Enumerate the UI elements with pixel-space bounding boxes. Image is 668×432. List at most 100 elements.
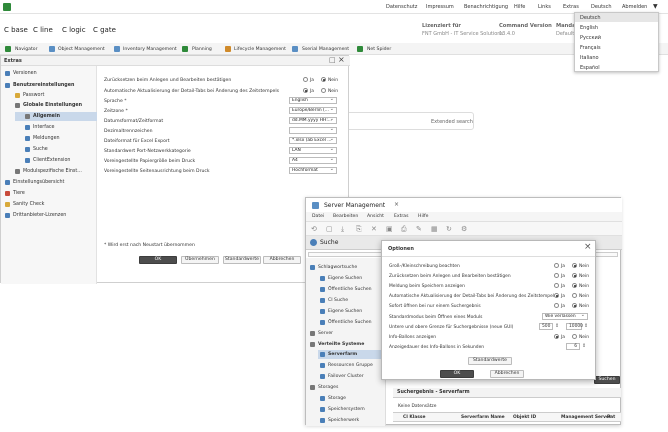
cancel-button[interactable]: Abbrechen — [263, 256, 301, 264]
case-sensitive-yes-radio[interactable] — [554, 263, 559, 268]
options-close-icon[interactable]: × — [584, 242, 592, 252]
settings-toolbar-icon[interactable]: ⚙ — [461, 225, 467, 233]
nav-navigator[interactable]: Navigator — [15, 47, 37, 52]
sidebar-eigene-suchen-1[interactable]: Eigene Suchen — [328, 276, 362, 281]
sidebar-serverfarm[interactable]: Serverfarm — [328, 352, 357, 357]
nav-serial-management[interactable]: Sserial Management — [302, 47, 349, 52]
save-msg-no-radio[interactable] — [572, 283, 577, 288]
product-c-base[interactable]: C base — [4, 26, 28, 34]
print-icon[interactable]: ⎙ — [401, 225, 407, 234]
open-single-yes-radio[interactable] — [554, 303, 559, 308]
ok-button[interactable]: OK — [139, 256, 177, 264]
language-select[interactable]: English — [289, 97, 337, 104]
balloon-yes-radio[interactable] — [554, 334, 559, 339]
link-extras[interactable]: Extras — [563, 4, 579, 10]
options-ok-button[interactable]: OK — [440, 370, 474, 378]
tree-item-tiere[interactable]: Tiere — [13, 191, 25, 196]
language-option-french[interactable]: Français — [580, 45, 601, 51]
link-links[interactable]: Links — [538, 4, 551, 10]
reset-no-radio[interactable] — [572, 273, 577, 278]
defaults-button[interactable]: Standardwerte — [223, 256, 261, 264]
copy-icon[interactable]: ⎘ — [356, 225, 362, 234]
extended-search-box[interactable]: Extended search — [340, 112, 474, 130]
new-icon[interactable]: ▢ — [326, 225, 333, 233]
tree-item-drittanbieter[interactable]: Drittanbieter-Lizenzen — [13, 213, 66, 218]
search-button[interactable]: Suchen — [594, 376, 620, 384]
sidebar-storages[interactable]: Storages — [318, 385, 338, 390]
refresh-icon[interactable]: ↻ — [446, 225, 452, 233]
upper-bound-spinner-icon[interactable]: ⇕ — [584, 323, 588, 329]
edit-icon[interactable]: ✎ — [416, 225, 422, 233]
close-icon[interactable]: × — [338, 55, 345, 64]
port-category-select[interactable]: LAN — [289, 147, 337, 154]
dateformat-select[interactable]: dd.MM.yyyy HH:... — [289, 117, 337, 124]
refresh-yes-radio[interactable] — [554, 293, 559, 298]
lower-bound-spinner-icon[interactable]: ⇕ — [555, 323, 559, 329]
default-mode-select[interactable]: Wie verlassen — [542, 313, 588, 320]
sidebar-ci-suche[interactable]: CI Suche — [328, 298, 348, 303]
excel-format-select[interactable]: *.xlsx (ab Excel ... — [289, 137, 337, 144]
language-option-russian[interactable]: Русский — [580, 35, 601, 41]
sidebar-speicherwerk[interactable]: Speicherwerk — [328, 418, 359, 423]
menu-hilfe[interactable]: Hilfe — [418, 214, 428, 219]
tree-item-interface[interactable]: Interface — [33, 125, 54, 130]
language-option-english[interactable]: English — [580, 25, 598, 31]
server-close-icon[interactable]: × — [394, 201, 399, 208]
nav-planning[interactable]: Planning — [192, 47, 212, 52]
tree-item-suche[interactable]: Suche — [33, 147, 48, 152]
tree-item-clientextension[interactable]: ClientExtension — [33, 158, 70, 163]
tree-item-allgemein[interactable]: Allgemein — [33, 114, 60, 119]
balloon-duration-input[interactable]: 6 — [566, 343, 580, 350]
save-icon[interactable]: ▣ — [386, 225, 393, 233]
link-benachrichtigung[interactable]: Benachrichtigung — [464, 4, 508, 10]
sidebar-schlagwortsuche[interactable]: Schlagwortsuche — [318, 265, 357, 270]
balloon-no-radio[interactable] — [572, 334, 577, 339]
nav-object-management[interactable]: Object Management — [58, 47, 105, 52]
product-c-logic[interactable]: C logic — [62, 26, 86, 34]
case-sensitive-no-radio[interactable] — [572, 263, 577, 268]
tree-item-einstellungsuebersicht[interactable]: Einstellungsübersicht — [13, 180, 64, 185]
column-serverfarm-name[interactable]: Serverfarm Name — [461, 415, 505, 420]
delete-icon[interactable]: ✕ — [371, 225, 377, 233]
reset-confirm-yes-radio[interactable] — [303, 77, 308, 82]
link-impressum[interactable]: Impressum — [426, 4, 454, 10]
tree-item-globale-einstellungen[interactable]: Globale Einstellungen — [23, 103, 82, 108]
tree-item-modulspezifische[interactable]: Modulspezifische Einst... — [23, 169, 82, 174]
auto-refresh-no-radio[interactable] — [321, 88, 326, 93]
column-objekt-id[interactable]: Objekt ID — [513, 415, 536, 420]
duration-spinner-icon[interactable]: ⇕ — [582, 343, 586, 349]
auto-refresh-yes-radio[interactable] — [303, 88, 308, 93]
back-icon[interactable]: ⟲ — [311, 225, 317, 233]
menu-bearbeiten[interactable]: Bearbeiten — [333, 214, 358, 219]
orientation-select[interactable]: Hochformat — [289, 167, 337, 174]
open-single-no-radio[interactable] — [572, 303, 577, 308]
timezone-select[interactable]: Europe/Berlin (... — [289, 107, 337, 114]
sidebar-verteilte-systeme[interactable]: Verteilte Systeme — [318, 342, 364, 347]
link-datenschutz[interactable]: Datenschutz — [386, 4, 417, 10]
column-pat[interactable]: Pat — [607, 415, 615, 420]
logout-link[interactable]: Abmelden — [622, 4, 647, 10]
refresh-no-radio[interactable] — [572, 293, 577, 298]
nav-lifecycle-management[interactable]: Lifecycle Management — [234, 47, 286, 52]
language-menu[interactable]: Deutsch — [591, 4, 612, 10]
sidebar-eigene-suchen-2[interactable]: Eigene Suchen — [328, 309, 362, 314]
download-icon[interactable]: ⤓ — [341, 225, 344, 234]
chevron-down-icon[interactable]: ▼ — [653, 3, 658, 10]
sidebar-oeffentliche-suchen-2[interactable]: Öffentliche Suchen — [328, 320, 372, 325]
table-icon[interactable]: ▦ — [431, 225, 438, 233]
link-hilfe[interactable]: Hilfe — [514, 4, 525, 10]
sidebar-ressourcen-gruppe[interactable]: Ressourcen Gruppe — [328, 363, 373, 368]
nav-net-spider[interactable]: Net Spider — [367, 47, 391, 52]
maximize-icon[interactable]: □ — [329, 56, 336, 64]
paper-size-select[interactable]: A4 — [289, 157, 337, 164]
tree-item-passwort[interactable]: Passwort — [23, 93, 44, 98]
column-management-server[interactable]: Management Server — [561, 415, 611, 420]
tree-item-meldungen[interactable]: Meldungen — [33, 136, 60, 141]
menu-datei[interactable]: Datei — [312, 214, 324, 219]
decimal-select[interactable] — [289, 127, 337, 134]
save-msg-yes-radio[interactable] — [554, 283, 559, 288]
product-c-gate[interactable]: C gate — [93, 26, 116, 34]
options-defaults-button[interactable]: Standardwerte — [468, 357, 512, 365]
upper-bound-input[interactable]: 10000 — [566, 323, 583, 330]
language-option-spanish[interactable]: Español — [580, 65, 600, 71]
